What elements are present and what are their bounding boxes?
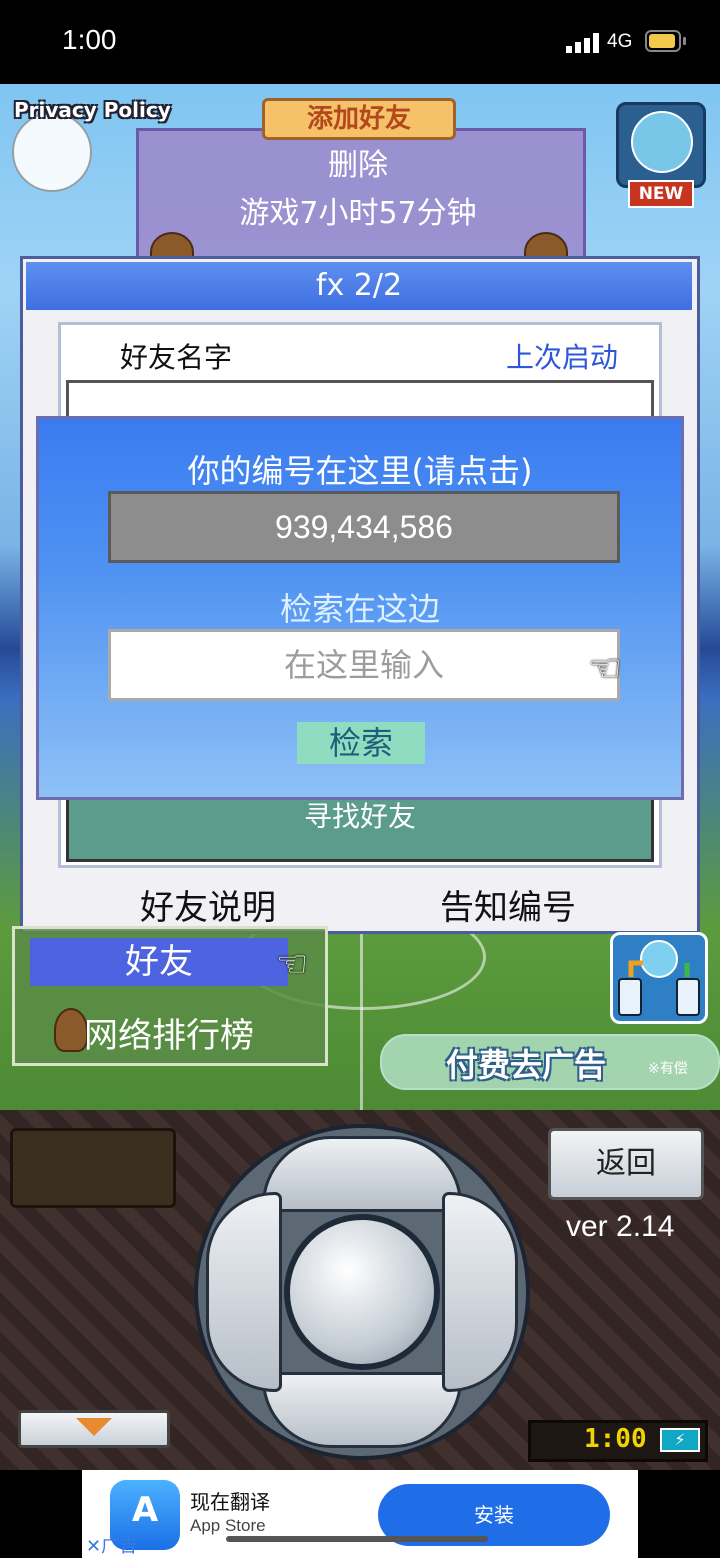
search-input[interactable]: 在这里输入 (108, 629, 620, 701)
privacy-policy-link[interactable]: Privacy Policy (14, 98, 171, 122)
menu-item-friend[interactable]: 好友 (30, 938, 288, 986)
add-friend-tab[interactable]: 添加好友 (262, 98, 456, 140)
remove-ads-note: ※有偿 (648, 1061, 688, 1077)
pointing-hand-icon: ☜ (276, 944, 309, 985)
down-arrow-icon (76, 1418, 112, 1436)
account-transfer-new-button[interactable] (616, 102, 706, 188)
avatar (54, 1008, 88, 1052)
home-indicator (226, 1536, 488, 1542)
globe-icon (631, 111, 693, 173)
new-badge: NEW (628, 180, 694, 208)
pointing-hand-icon: ☜ (588, 646, 623, 690)
back-button[interactable]: 返回 (548, 1128, 704, 1200)
version-label: ver 2.14 (566, 1210, 675, 1243)
dialog-title: fx 2/2 (26, 262, 692, 310)
phone-transfer-icon (618, 940, 700, 1016)
signal-icon (566, 33, 599, 53)
dpad-left-button[interactable] (206, 1192, 282, 1392)
remove-ads-label: 付费去广告 (446, 1046, 607, 1084)
playtime-label: 游戏7小时57分钟 (239, 196, 477, 231)
dpad-up-button[interactable] (262, 1136, 462, 1212)
ad-subtitle: App Store (190, 1516, 266, 1535)
tab-tell-id[interactable]: 告知编号 (440, 880, 576, 929)
device-clock-time: 1:00 (584, 1424, 647, 1454)
battery-charging-icon: ⚡ (660, 1428, 700, 1452)
menu-item-ranking[interactable]: 网络排行榜 (84, 1008, 254, 1057)
status-time: 1:00 (62, 24, 117, 55)
tab-friend-explanation[interactable]: 好友说明 (140, 880, 276, 929)
column-header-last-login: 上次启动 (506, 341, 619, 374)
device-transfer-button[interactable] (610, 932, 708, 1024)
delete-label: 删除 (328, 148, 388, 183)
column-header-friend-name: 好友名字 (120, 341, 233, 374)
status-bar: 1:00 4G (0, 0, 720, 84)
battery-icon (645, 30, 681, 52)
search-button[interactable]: 检索 (297, 722, 425, 764)
my-id-value[interactable]: 939,434,586 (108, 491, 620, 563)
dpad-center-button[interactable] (284, 1214, 440, 1370)
battery-tip (683, 37, 686, 45)
network-type: 4G (607, 31, 633, 52)
ad-close-button[interactable]: ✕广告 (86, 1532, 137, 1558)
search-label: 检索在这边 (279, 590, 440, 628)
my-id-label: 你的编号在这里(请点击) (187, 452, 533, 490)
device-screen-slot (10, 1128, 176, 1208)
soccer-ball-icon (12, 112, 92, 192)
ad-title: 现在翻译 (190, 1490, 270, 1514)
